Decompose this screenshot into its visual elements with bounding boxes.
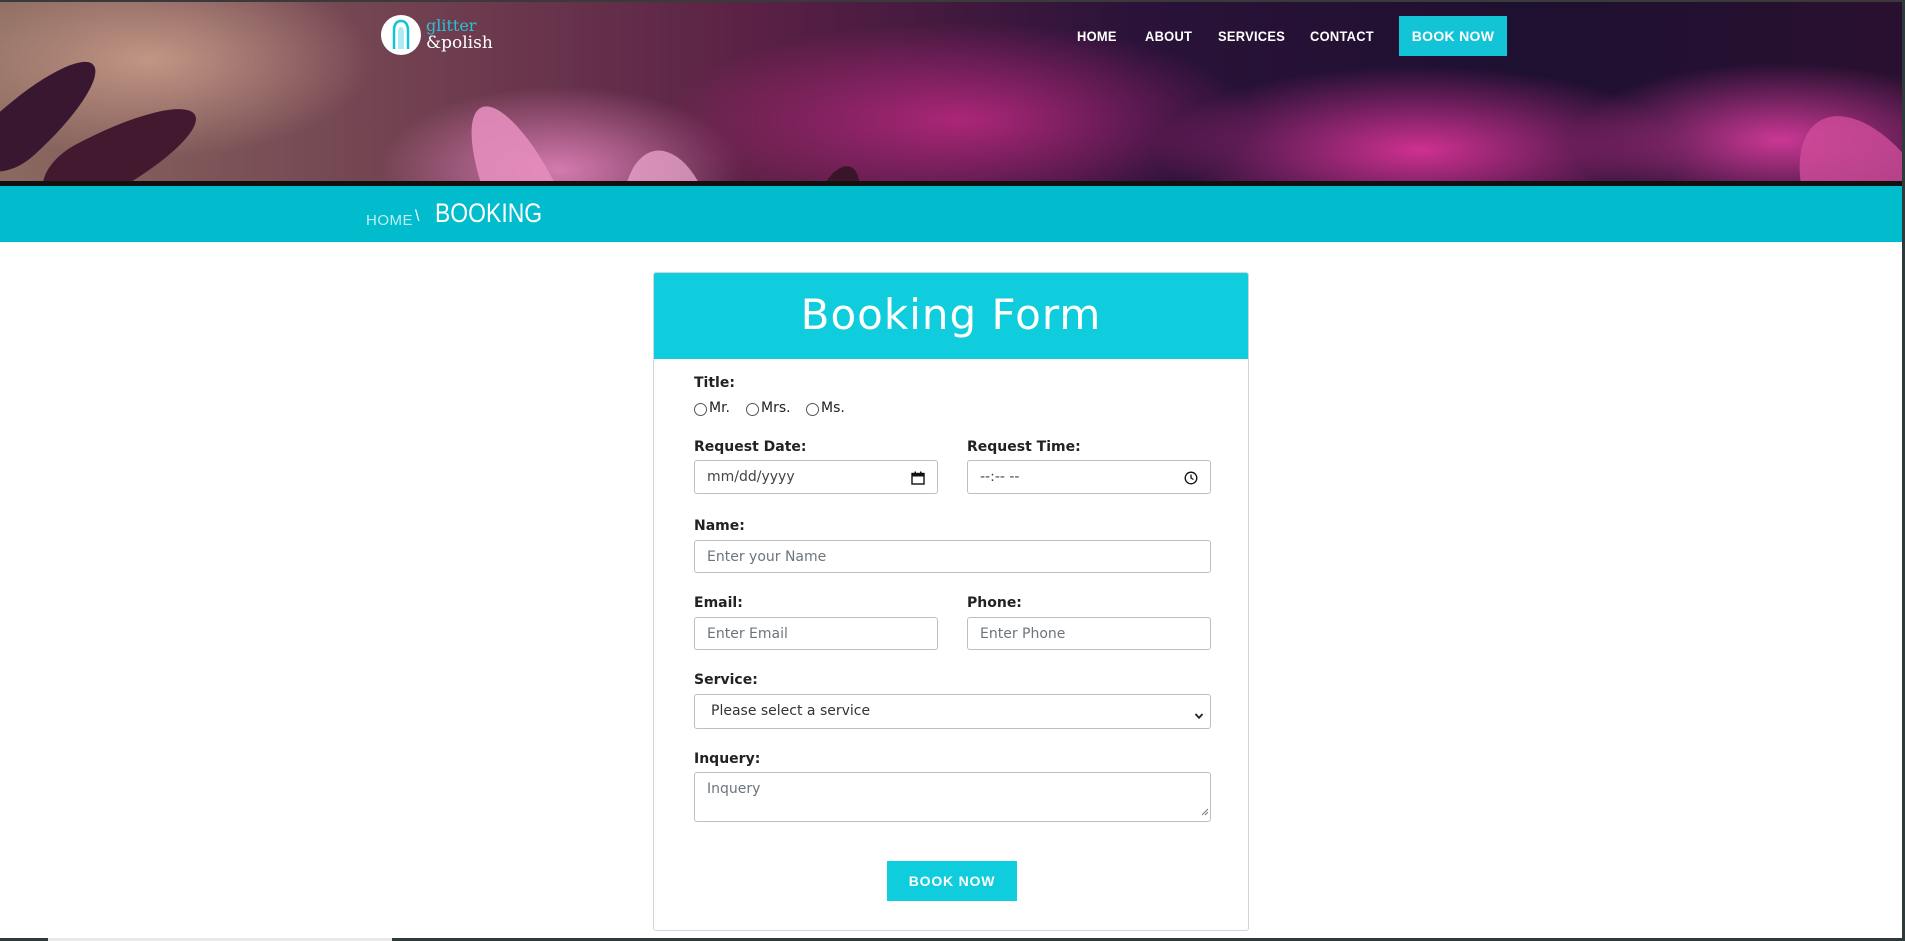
phone-placeholder: Enter Phone [980,626,1066,642]
nav-home-link[interactable]: HOME [1077,28,1117,44]
inquiry-label: Inquery: [694,751,761,767]
booking-form-card: Booking Form Title: Mr. Mrs. Ms. Request… [653,272,1249,931]
email-label: Email: [694,595,743,611]
name-input[interactable]: Enter your Name [694,540,1211,573]
radio-mrs-circle[interactable] [746,403,759,416]
decorative-petal [449,92,581,182]
request-date-label: Request Date: [694,439,807,455]
request-time-placeholder: --:-- -- [980,469,1020,485]
hero-header: glitter &polish HOME ABOUT SERVICES CONT… [0,0,1905,182]
decorative-petal [1768,90,1905,182]
title-label: Title: [694,375,735,391]
booking-form-title: Booking Form [800,290,1102,339]
radio-ms-circle[interactable] [806,403,819,416]
phone-label: Phone: [967,595,1022,611]
radio-mrs-label: Mrs. [761,400,791,416]
logo-nail-icon [381,15,421,55]
email-placeholder: Enter Email [707,626,788,642]
nav-about-link[interactable]: ABOUT [1145,28,1192,44]
breadcrumb: HOME \ BOOKING [0,186,1905,242]
phone-input[interactable]: Enter Phone [967,617,1211,650]
breadcrumb-current: BOOKING [435,198,543,228]
booking-form-header: Booking Form [654,273,1248,359]
service-selected-value: Please select a service [711,703,871,719]
nav-contact-link[interactable]: CONTACT [1310,28,1374,44]
site-logo[interactable]: glitter &polish [381,15,501,55]
radio-mr-circle[interactable] [694,403,707,416]
chevron-down-icon[interactable] [1194,706,1204,725]
breadcrumb-separator: \ [415,208,420,225]
inquiry-textarea[interactable]: Inquery [694,772,1211,822]
name-placeholder: Enter your Name [707,549,827,565]
request-date-input[interactable]: mm/dd/yyyy [694,460,938,494]
decorative-petal [610,143,720,182]
breadcrumb-home-link[interactable]: HOME [366,212,413,229]
service-select[interactable]: Please select a service [694,694,1211,729]
request-date-placeholder: mm/dd/yyyy [707,469,795,485]
decorative-petal [810,159,870,182]
book-now-submit-button[interactable]: BOOK NOW [887,861,1017,901]
logo-text-polish: &polish [426,33,493,53]
request-time-input[interactable]: --:-- -- [967,460,1211,494]
inquiry-placeholder: Inquery [707,781,761,797]
email-input[interactable]: Enter Email [694,617,938,650]
name-label: Name: [694,518,745,534]
service-label: Service: [694,672,758,688]
request-time-label: Request Time: [967,439,1081,455]
nav-book-now-button[interactable]: BOOK NOW [1399,16,1507,56]
top-strip [0,0,1905,2]
resize-grip-icon[interactable] [1201,801,1209,820]
radio-ms-label: Ms. [821,400,845,416]
nav-services-link[interactable]: SERVICES [1218,28,1285,44]
calendar-icon[interactable] [911,470,925,489]
radio-mr-label: Mr. [709,400,730,416]
clock-icon[interactable] [1184,470,1198,489]
